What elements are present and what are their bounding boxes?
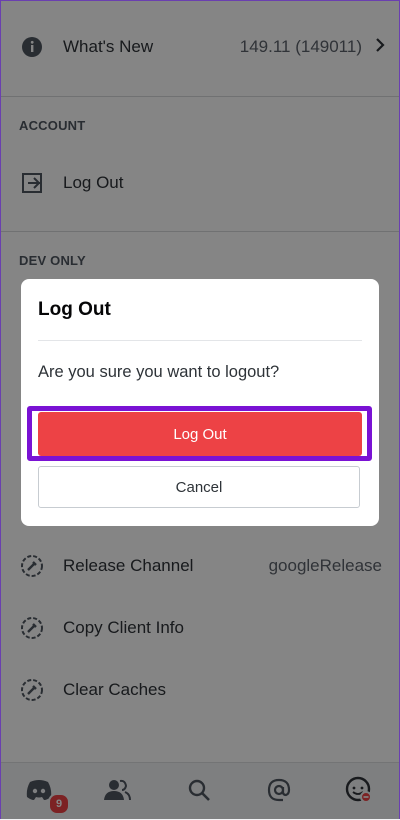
screen-frame (0, 0, 400, 819)
